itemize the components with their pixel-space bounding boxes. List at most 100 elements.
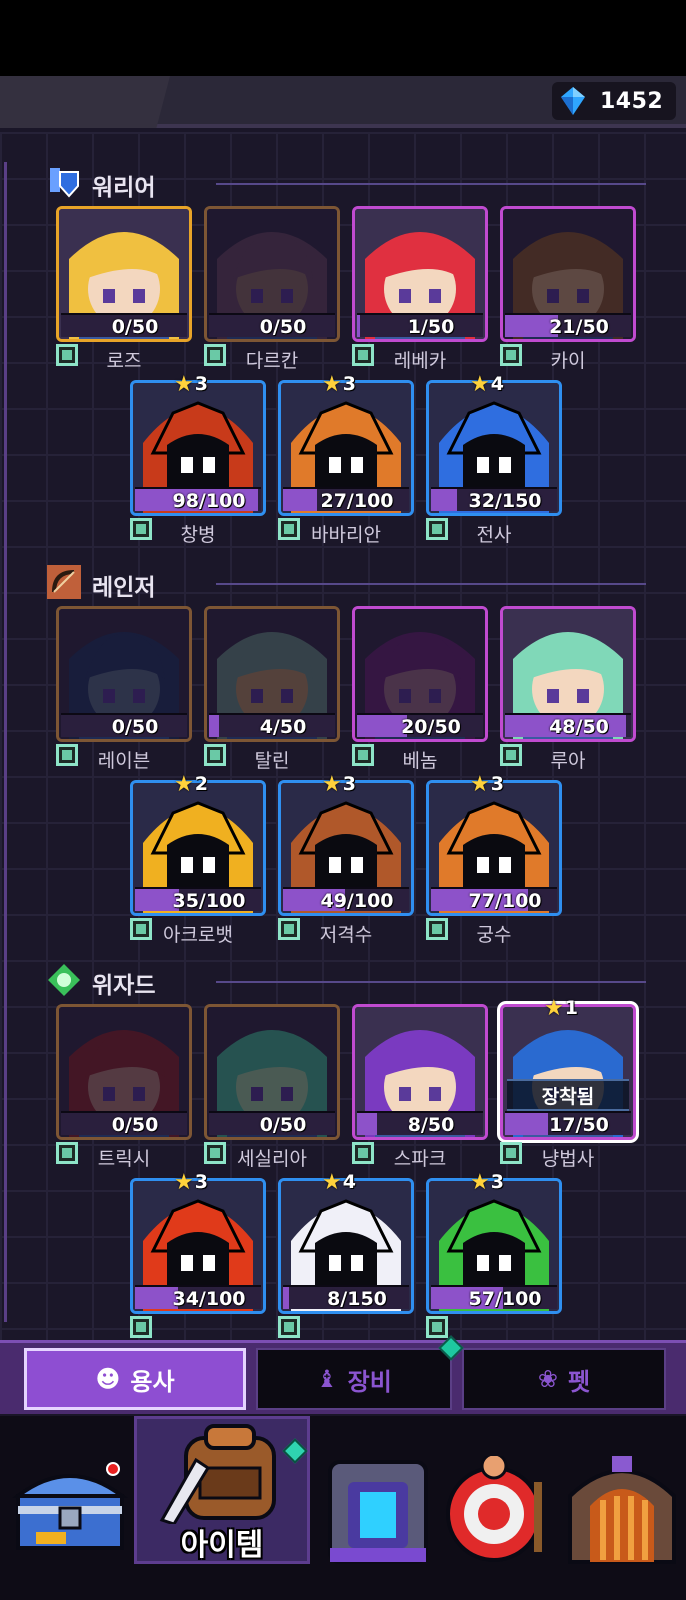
hero-card[interactable]: 27/100 ★ 3 바바리안 <box>278 372 414 546</box>
shard-progress-text: 4/50 <box>259 716 307 738</box>
tab-equipment[interactable]: ♝ 장비 <box>256 1348 452 1410</box>
hero-card[interactable]: 32/150 ★ 4 전사 <box>426 372 562 546</box>
hero-class-section: 레인저 0/50 레이븐 4/50 탈린 20/50 베놈 48/50 루아 35/100 ★ 2 아크… <box>0 562 686 962</box>
section-title: 워리어 <box>92 175 156 201</box>
gem-counter[interactable]: 1452 <box>552 82 676 120</box>
app-root: 1452 워리어 0/50 로즈 0/50 다르칸 1/50 레베카 21/50 카이 98/10… <box>0 0 686 1600</box>
hero-card[interactable]: 장착됨 17/50 ★ 1 냥법사 <box>500 996 636 1170</box>
shard-progress-bar: 49/100 <box>283 887 409 912</box>
star-rank: ★ 3 <box>470 772 504 797</box>
hero-card[interactable]: 0/50 다르칸 <box>204 206 340 372</box>
star-count: 2 <box>194 773 208 795</box>
hero-card[interactable]: 20/50 베놈 <box>352 606 488 772</box>
shard-progress-bar: 35/100 <box>135 887 261 912</box>
star-icon: ★ <box>174 1169 194 1195</box>
shard-progress-text: 0/50 <box>259 316 307 338</box>
hero-card[interactable]: 77/100 ★ 3 궁수 <box>426 772 562 946</box>
star-icon: ★ <box>470 371 490 397</box>
shard-progress-text: 0/50 <box>111 1114 159 1136</box>
shard-progress-bar: 0/50 <box>61 1111 187 1136</box>
shard-progress-text: 98/100 <box>172 490 246 512</box>
star-count: 3 <box>490 773 504 795</box>
star-rank: ★ 3 <box>470 1169 504 1195</box>
hero-portrait-frame: 21/50 <box>500 206 636 342</box>
star-count: 4 <box>490 373 504 395</box>
tab-pet[interactable]: ❀ 펫 <box>462 1348 666 1410</box>
shard-progress-text: 17/50 <box>549 1114 609 1136</box>
shard-progress-text: 48/50 <box>549 716 609 738</box>
hero-card[interactable]: 49/100 ★ 3 저격수 <box>278 772 414 946</box>
hero-card[interactable]: 4/50 탈린 <box>204 606 340 772</box>
nav-training-button[interactable] <box>436 1456 560 1588</box>
hero-name: 베놈 <box>402 750 438 772</box>
shard-progress-bar: 4/50 <box>209 713 335 738</box>
tab-hero[interactable]: ☻ 용사 <box>24 1348 246 1410</box>
shard-icon <box>278 1316 300 1338</box>
shard-progress-bar: 21/50 <box>505 313 631 338</box>
hero-card[interactable]: 98/100 ★ 3 창병 <box>130 372 266 546</box>
shard-progress-bar: 8/150 <box>283 1285 409 1310</box>
shard-progress-text: 0/50 <box>111 316 159 338</box>
shard-progress-bar: 20/50 <box>357 713 483 738</box>
hero-portrait-frame: 48/50 <box>500 606 636 742</box>
star-rank: ★ 3 <box>322 371 356 397</box>
section-header: 워리어 <box>46 162 646 202</box>
section-header: 레인저 <box>46 562 646 602</box>
shard-progress-bar: 0/50 <box>61 313 187 338</box>
hero-card[interactable]: 34/100 ★ 3 <box>130 1170 266 1338</box>
portal-icon <box>328 1460 428 1564</box>
hero-collection-panel[interactable]: 워리어 0/50 로즈 0/50 다르칸 1/50 레베카 21/50 카이 98/100 ★ 3 창병… <box>0 132 686 1340</box>
hero-icon: ☻ <box>95 1365 121 1393</box>
star-rank: ★ 4 <box>322 1169 356 1195</box>
hero-portrait-frame: 8/50 <box>352 1004 488 1140</box>
hero-card[interactable]: 0/50 레이븐 <box>56 606 192 772</box>
backpack-icon <box>159 1424 276 1524</box>
tab-hero-label: 용사 <box>130 1367 175 1396</box>
hero-card[interactable]: 21/50 카이 <box>500 206 636 372</box>
hero-card[interactable]: 8/50 스파크 <box>352 1004 488 1170</box>
hero-portrait-frame: 4/50 <box>204 606 340 742</box>
hero-card[interactable]: 0/50 세실리아 <box>204 1004 340 1170</box>
hero-portrait-frame: 0/50 <box>204 206 340 342</box>
hero-portrait-frame: 98/100 <box>130 380 266 516</box>
sword-shield-icon <box>46 164 82 200</box>
nav-portal-button[interactable] <box>316 1456 440 1588</box>
shard-progress-fill <box>357 1113 378 1135</box>
star-icon: ★ <box>322 1169 342 1195</box>
armor-icon: ♝ <box>316 1365 338 1393</box>
star-count: 1 <box>564 997 578 1019</box>
hero-portrait-frame: 1/50 <box>352 206 488 342</box>
shard-progress-bar: 32/150 <box>431 487 557 512</box>
shard-progress-bar: 1/50 <box>357 313 483 338</box>
star-count: 3 <box>342 773 356 795</box>
star-count: 3 <box>194 1171 208 1193</box>
hero-card[interactable]: 1/50 레베카 <box>352 206 488 372</box>
nav-dungeon-button[interactable] <box>558 1456 682 1588</box>
shard-progress-text: 0/50 <box>111 716 159 738</box>
gem-amount: 1452 <box>600 88 664 114</box>
shard-progress-text: 8/150 <box>327 1288 387 1310</box>
hero-name: 바바리안 <box>311 524 381 546</box>
star-icon: ★ <box>470 1169 490 1195</box>
hero-portrait-frame: 0/50 <box>56 606 192 742</box>
section-header: 위자드 <box>46 960 646 1000</box>
hero-card[interactable]: 8/150 ★ 4 <box>278 1170 414 1338</box>
hero-card[interactable]: 57/100 ★ 3 <box>426 1170 562 1338</box>
section-divider <box>216 183 646 185</box>
hero-name: 로즈 <box>106 350 142 372</box>
hero-portrait-frame: 35/100 <box>130 780 266 916</box>
hero-card[interactable]: 35/100 ★ 2 아크로뱃 <box>130 772 266 946</box>
shard-icon <box>130 1316 152 1338</box>
status-bar <box>0 0 686 76</box>
hero-name: 전사 <box>476 524 512 546</box>
bow-icon <box>46 564 82 600</box>
hero-name: 저격수 <box>319 924 373 946</box>
star-rank: ★ 2 <box>174 772 208 797</box>
hero-portrait-frame: 20/50 <box>352 606 488 742</box>
hero-card[interactable]: 0/50 로즈 <box>56 206 192 372</box>
hero-card[interactable]: 0/50 트릭시 <box>56 1004 192 1170</box>
hero-card[interactable]: 48/50 루아 <box>500 606 636 772</box>
magic-rune-icon <box>46 962 82 998</box>
star-icon: ★ <box>322 371 342 397</box>
shard-progress-bar: 48/50 <box>505 713 631 738</box>
